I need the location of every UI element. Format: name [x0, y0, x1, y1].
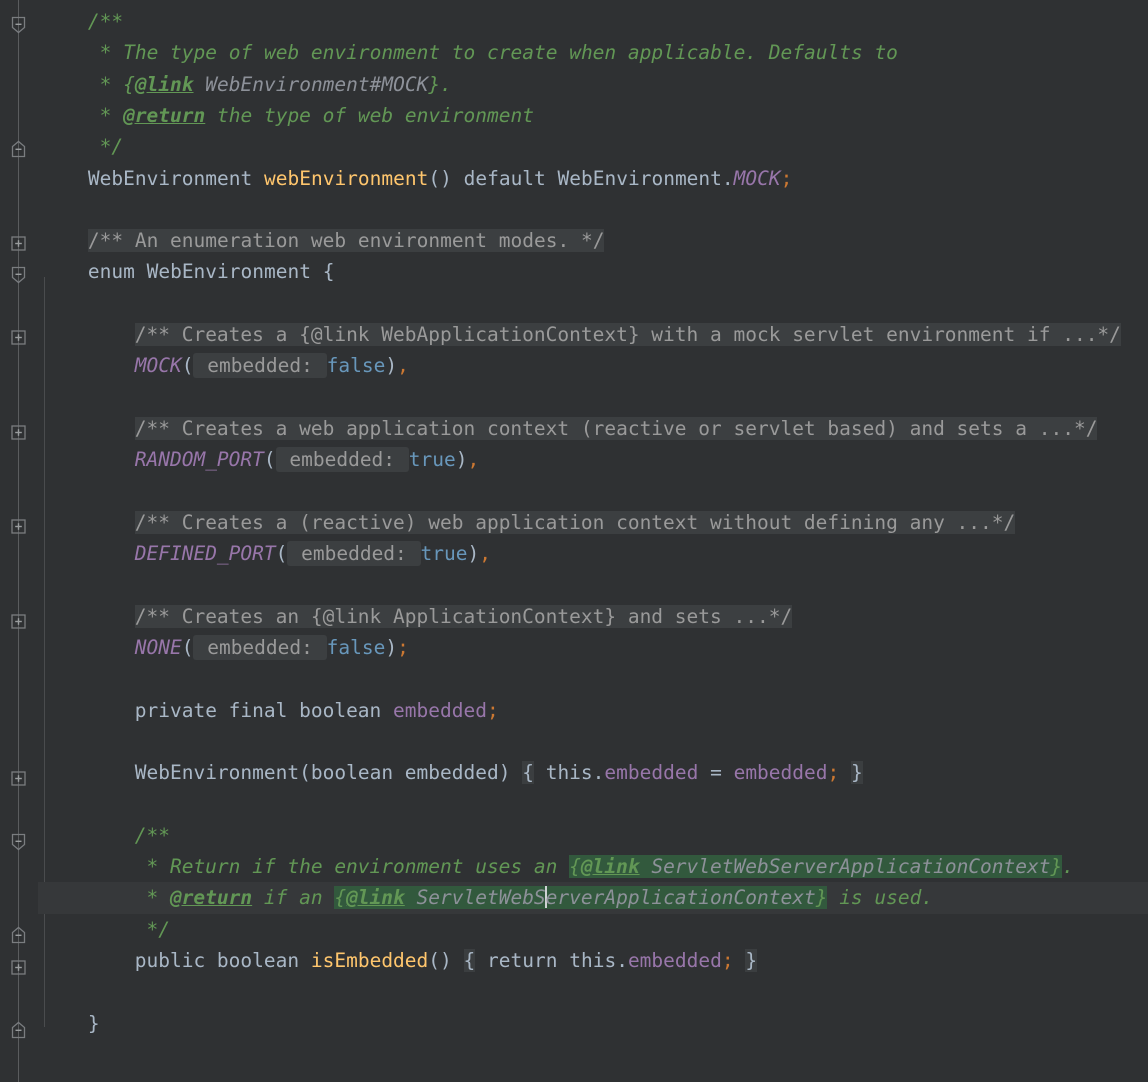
fold-expand-up-icon[interactable]: [8, 1020, 29, 1041]
code-line-text: * The type of web environment to create …: [99, 41, 898, 65]
code-line[interactable]: * @return the type of web environment: [38, 100, 1148, 131]
fold-expand-up-icon[interactable]: [8, 139, 29, 160]
code-editor[interactable]: /** * The type of web environment to crea…: [0, 0, 1148, 1082]
fold-plus-icon[interactable]: [8, 327, 29, 348]
code-line[interactable]: /** Creates an {@link ApplicationContext…: [38, 601, 1148, 632]
code-line[interactable]: * @return if an {@link ServletWebServerA…: [38, 882, 1148, 914]
code-line-text: * @return the type of web environment: [99, 103, 534, 127]
code-line[interactable]: WebEnvironment(boolean embedded) { this.…: [38, 757, 1148, 788]
code-line-text: private final boolean embedded;: [134, 698, 499, 722]
code-line-text: RANDOM_PORT( embedded: true),: [134, 447, 480, 473]
code-line-text: DEFINED_PORT( embedded: true),: [134, 541, 491, 567]
code-line-text: /** Creates a {@link WebApplicationConte…: [134, 323, 1121, 346]
editor-gutter[interactable]: [0, 0, 38, 1082]
fold-plus-icon[interactable]: [8, 233, 29, 254]
code-line-text: /** An enumeration web environment modes…: [87, 229, 605, 253]
code-line[interactable]: [38, 789, 1148, 820]
code-content-area[interactable]: /** * The type of web environment to crea…: [38, 0, 1148, 1082]
code-line[interactable]: */: [38, 131, 1148, 162]
code-line-text: /** Creates a web application context (r…: [134, 416, 1098, 440]
code-line-text: * Return if the environment uses an {@li…: [146, 855, 1074, 879]
code-line-text: MOCK( embedded: false),: [134, 353, 409, 379]
code-line[interactable]: }: [38, 1008, 1148, 1039]
code-line[interactable]: /** Creates a {@link WebApplicationConte…: [38, 319, 1148, 350]
code-line[interactable]: [38, 476, 1148, 507]
code-line-text: * @return if an {@link ServletWebServerA…: [146, 886, 934, 910]
code-line-text: /** Creates a (reactive) web application…: [134, 510, 1016, 534]
fold-rail: [18, 0, 19, 1082]
code-line[interactable]: /** An enumeration web environment modes…: [38, 225, 1148, 256]
code-line[interactable]: * Return if the environment uses an {@li…: [38, 851, 1148, 882]
code-line[interactable]: /** Creates a web application context (r…: [38, 413, 1148, 444]
fold-plus-icon[interactable]: [8, 957, 29, 978]
code-line-text: WebEnvironment webEnvironment() default …: [87, 166, 793, 190]
code-line[interactable]: [38, 663, 1148, 694]
code-line-text: */: [99, 135, 124, 159]
code-line[interactable]: DEFINED_PORT( embedded: true),: [38, 538, 1148, 569]
code-line[interactable]: NONE( embedded: false);: [38, 632, 1148, 663]
fold-plus-icon[interactable]: [8, 516, 29, 537]
fold-expand-up-icon[interactable]: [8, 925, 29, 946]
code-line[interactable]: WebEnvironment webEnvironment() default …: [38, 163, 1148, 194]
code-line[interactable]: [38, 382, 1148, 413]
code-line-text: */: [146, 917, 170, 941]
code-line[interactable]: [38, 569, 1148, 600]
code-line-text: * {@link WebEnvironment#MOCK}.: [99, 72, 452, 96]
code-line[interactable]: /**: [38, 820, 1148, 851]
code-line-text: /**: [87, 10, 124, 33]
fold-plus-icon[interactable]: [8, 422, 29, 443]
code-line-text: /**: [134, 823, 170, 847]
code-line[interactable]: MOCK( embedded: false),: [38, 350, 1148, 381]
code-line-text: NONE( embedded: false);: [134, 635, 409, 660]
fold-collapse-down-icon[interactable]: [8, 264, 29, 285]
code-line[interactable]: enum WebEnvironment {: [38, 256, 1148, 287]
fold-collapse-down-icon[interactable]: [8, 14, 29, 35]
code-line[interactable]: */: [38, 914, 1148, 945]
code-line[interactable]: [38, 976, 1148, 1007]
fold-plus-icon[interactable]: [8, 768, 29, 789]
code-line-text: }: [87, 1011, 100, 1035]
code-line[interactable]: [38, 194, 1148, 225]
code-line-text: public boolean isEmbedded() { return thi…: [134, 949, 758, 972]
code-line[interactable]: * The type of web environment to create …: [38, 37, 1148, 68]
code-line-text: /** Creates an {@link ApplicationContext…: [134, 604, 793, 628]
code-line[interactable]: public boolean isEmbedded() { return thi…: [38, 945, 1148, 976]
code-line[interactable]: RANDOM_PORT( embedded: true),: [38, 444, 1148, 475]
code-line-text: WebEnvironment(boolean embedded) { this.…: [134, 761, 863, 785]
code-line[interactable]: [38, 288, 1148, 319]
fold-plus-icon[interactable]: [8, 611, 29, 632]
code-line[interactable]: private final boolean embedded;: [38, 695, 1148, 726]
code-line[interactable]: * {@link WebEnvironment#MOCK}.: [38, 69, 1148, 100]
code-line[interactable]: [38, 726, 1148, 757]
code-line-text: enum WebEnvironment {: [87, 260, 335, 284]
code-line[interactable]: /** Creates a (reactive) web application…: [38, 507, 1148, 538]
code-line[interactable]: /**: [38, 6, 1148, 37]
fold-collapse-down-icon[interactable]: [8, 831, 29, 852]
